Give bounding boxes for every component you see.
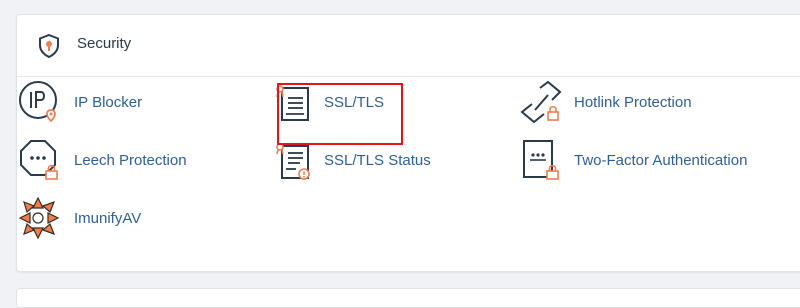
ssl-tls-label: SSL/TLS — [324, 94, 385, 111]
security-panel-header[interactable]: Security — [17, 15, 800, 77]
ip-blocker-label: IP Blocker — [74, 94, 143, 111]
ssl-tls-status-label: SSL/TLS Status — [324, 152, 431, 169]
shield-keyhole-icon — [39, 33, 59, 59]
hotlink-chain-icon — [520, 80, 562, 124]
leech-protection-label: Leech Protection — [74, 152, 187, 169]
next-panel — [16, 288, 800, 308]
hotlink-protection-label: Hotlink Protection — [574, 94, 692, 111]
two-factor-icon — [523, 140, 559, 180]
imunifyav-icon — [18, 196, 60, 240]
ssl-status-icon — [276, 143, 310, 180]
ssl-certificate-icon — [276, 85, 309, 121]
section-title: Security — [77, 35, 132, 52]
leech-protection-icon — [20, 140, 58, 180]
ip-blocker-icon — [19, 81, 57, 123]
two-factor-authentication-label: Two-Factor Authentication — [574, 152, 748, 169]
imunifyav-label: ImunifyAV — [74, 210, 142, 227]
security-panel: Security — [16, 14, 800, 272]
